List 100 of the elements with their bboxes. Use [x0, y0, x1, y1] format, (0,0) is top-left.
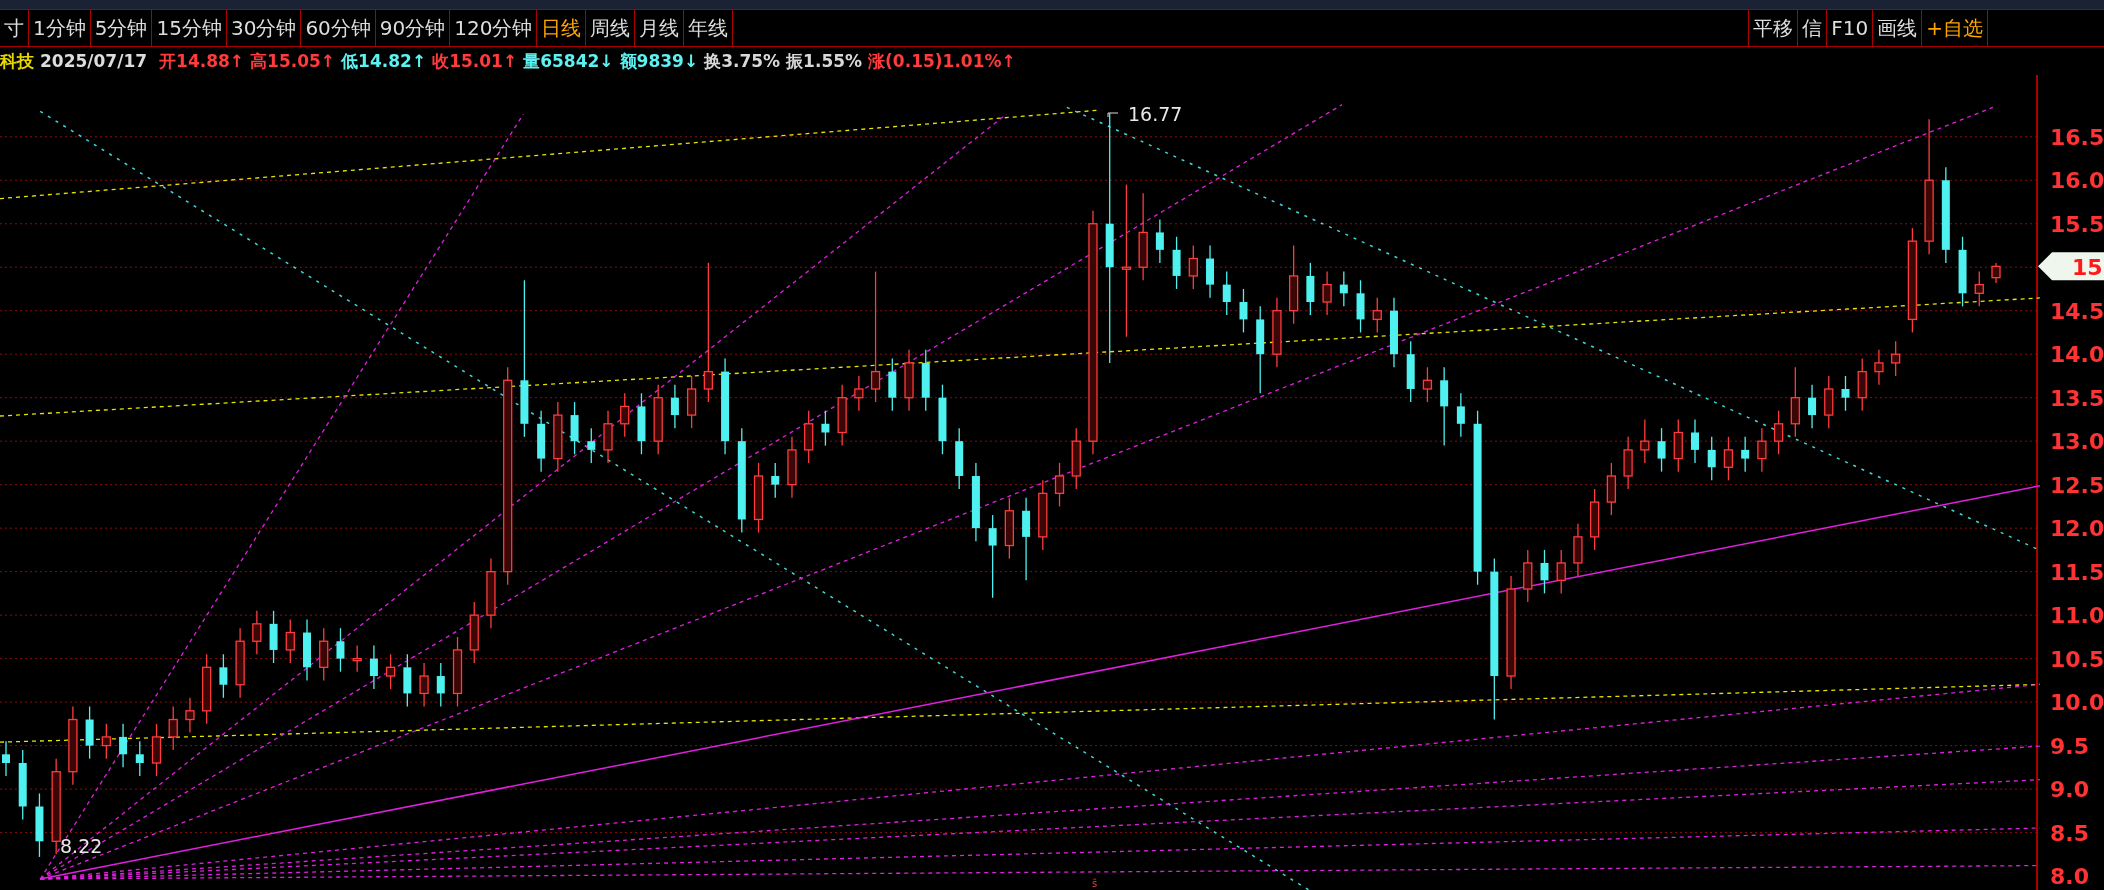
candlestick — [269, 610, 278, 664]
candlestick — [168, 705, 178, 751]
candlestick — [85, 705, 94, 760]
quote-field: 振1.55% — [786, 49, 863, 73]
candlestick — [603, 410, 613, 464]
candlestick — [452, 636, 463, 708]
candlestick — [1054, 462, 1065, 508]
candlestick — [1222, 270, 1231, 316]
candlestick — [336, 627, 345, 673]
candlestick — [202, 653, 212, 725]
candlestick — [1773, 410, 1784, 455]
candlestick — [1790, 366, 1800, 438]
candlestick — [804, 410, 814, 464]
candlestick — [1590, 488, 1600, 551]
candlestick — [1456, 392, 1465, 438]
candlestick — [1406, 340, 1415, 403]
candlestick — [1606, 462, 1617, 516]
price-axis-label: 13.5 — [2050, 385, 2104, 411]
candlestick — [1573, 523, 1583, 577]
candlestick — [419, 662, 429, 708]
candlestick — [1808, 384, 1817, 429]
candlestick — [1390, 297, 1398, 368]
candlestick — [821, 410, 830, 447]
price-axis-label: 16.5 — [2050, 124, 2104, 150]
candlestick — [1691, 418, 1699, 464]
price-tag — [2038, 252, 2104, 281]
high-marker-line — [1107, 112, 1119, 118]
candlestick — [1422, 366, 1433, 403]
candlestick — [235, 627, 245, 699]
price-axis-label: 14.5 — [2050, 298, 2104, 324]
quote-field: 低14.82↑ — [341, 49, 427, 73]
price-axis-label: 8.0 — [2050, 864, 2089, 890]
candlestick — [436, 662, 445, 708]
candlestick — [1723, 436, 1734, 481]
candlestick — [1841, 375, 1850, 412]
price-axis-label: 12.5 — [2050, 472, 2104, 498]
candlestick — [319, 627, 329, 682]
candlestick — [385, 653, 396, 690]
candlestick — [587, 427, 596, 464]
candlestick — [352, 644, 362, 673]
candlestick — [1272, 297, 1282, 368]
candlestick — [1707, 436, 1716, 481]
candlestick — [1741, 436, 1750, 473]
candlestick — [18, 749, 27, 821]
candlestick — [1071, 427, 1081, 490]
candlestick — [1523, 549, 1533, 603]
candlestick — [1188, 244, 1198, 290]
candlestick — [1623, 436, 1633, 490]
price-axis-label: 10.0 — [2050, 690, 2104, 716]
candlestick — [403, 653, 412, 708]
candlestick — [753, 462, 764, 534]
candlestick — [553, 401, 563, 473]
candlestick — [252, 610, 262, 655]
quote-field: 高15.05↑ — [250, 49, 336, 73]
candlestick — [1172, 236, 1181, 290]
price-axis-label: 11.5 — [2050, 559, 2104, 585]
price-axis-label: 9.0 — [2050, 777, 2089, 803]
candlestick — [1757, 427, 1767, 473]
candlestick — [854, 375, 864, 412]
stock-name: 科技 — [0, 49, 34, 73]
candlestick — [1673, 418, 1683, 473]
candlestick — [1657, 427, 1666, 473]
candlestick — [1857, 357, 1867, 412]
candlestick — [35, 792, 44, 858]
current-price-label: 15. — [2072, 255, 2104, 281]
candlestick — [1322, 270, 1332, 316]
candlestick — [687, 375, 697, 429]
bottom-marker: ŝ — [1092, 878, 1098, 889]
price-axis-label: 8.5 — [2050, 820, 2089, 846]
candlestick — [101, 723, 111, 760]
quote-field: 涨(0.15)1.01%↑ — [868, 49, 1016, 73]
candlestick — [369, 644, 378, 690]
candlestick — [888, 357, 897, 412]
candlestick — [185, 697, 195, 734]
candlestick — [1038, 479, 1048, 551]
price-axis-label: 10.5 — [2050, 646, 2104, 672]
candlestick — [955, 427, 964, 490]
price-axis-label: 11.0 — [2050, 603, 2104, 629]
candlestick — [303, 618, 311, 682]
candlestick — [1991, 262, 2001, 284]
candlestick — [771, 462, 780, 499]
candlestick — [904, 349, 914, 412]
candlestick — [1004, 497, 1014, 560]
price-axis-label: 16.0 — [2050, 168, 2104, 194]
price-axis-label: 12.0 — [2050, 516, 2104, 542]
quote-date: 2025/07/17 — [40, 51, 148, 71]
candlestick — [1356, 279, 1365, 334]
price-axis-label: 13.0 — [2050, 429, 2104, 455]
candlestick — [1556, 549, 1566, 595]
candlestick — [2, 740, 10, 777]
low-price-label: 8.22 — [60, 835, 103, 857]
candlestick — [219, 653, 228, 699]
price-axis-label: 9.5 — [2050, 733, 2089, 759]
candlestick — [1874, 349, 1884, 386]
candlestick — [1306, 262, 1315, 316]
candlestick — [537, 410, 546, 473]
candlestick — [135, 740, 144, 777]
candlestick — [837, 384, 847, 447]
high-price-label: 16.77 — [1128, 103, 1183, 125]
candlestick — [1891, 340, 1901, 377]
